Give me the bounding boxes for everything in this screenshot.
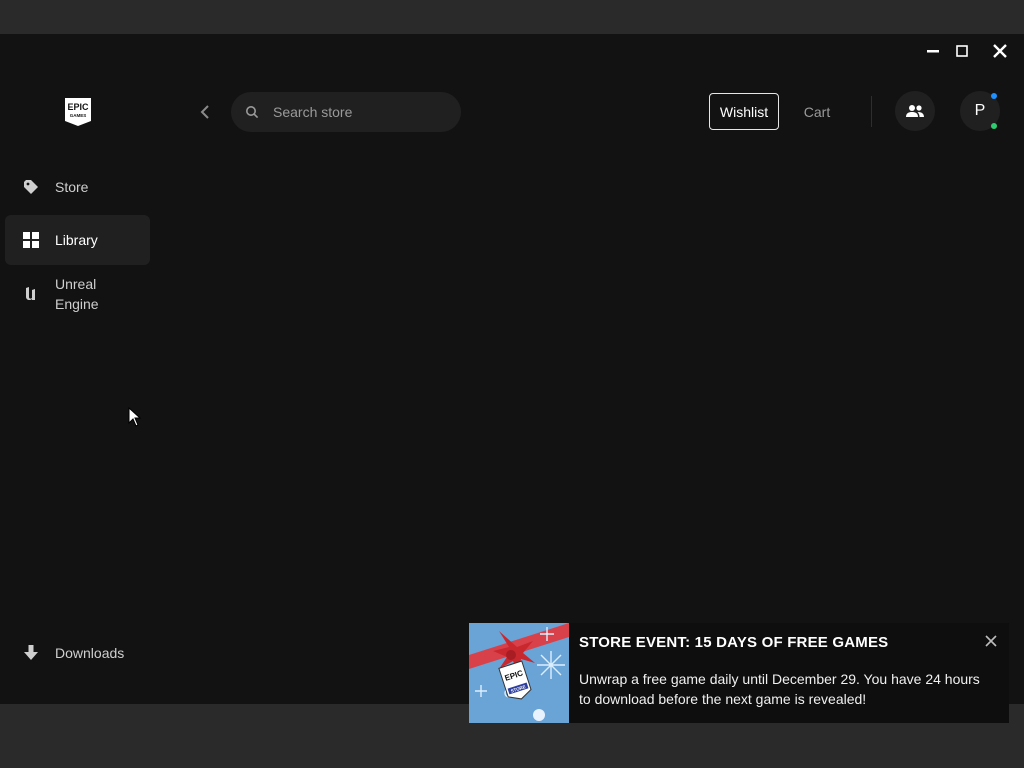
sidebar-item-label: Downloads [55,645,125,661]
title-bar-strip [0,0,1024,34]
unreal-engine-icon [22,285,40,303]
epic-games-logo-icon: EPIC GAMES [65,98,91,126]
avatar-initial: P [974,102,986,119]
wishlist-button[interactable]: Wishlist [709,93,779,130]
minimize-button[interactable] [919,40,947,62]
maximize-button[interactable] [948,40,976,62]
mouse-cursor-icon [128,406,142,432]
tag-icon [22,178,40,196]
sidebar-item-label: Library [55,232,98,248]
toast-title: STORE EVENT: 15 DAYS OF FREE GAMES [579,634,889,651]
toast-message: Unwrap a free game daily until December … [579,671,980,707]
sidebar-item-downloads[interactable]: Downloads [5,632,150,674]
close-icon [985,635,997,647]
maximize-icon [956,45,968,57]
notification-badge [991,93,997,99]
sidebar-item-unreal-engine[interactable]: Unreal Engine [5,273,150,315]
search-bar[interactable] [231,92,461,132]
grid-icon [22,231,40,249]
sidebar-item-library[interactable]: Library [5,215,150,265]
epic-games-launcher-window: EPIC GAMES Wishlist Cart P Store [0,34,1024,704]
minimize-icon [927,50,939,53]
close-icon [993,44,1007,58]
search-icon [245,105,259,119]
download-icon [22,644,40,662]
epic-games-logo[interactable]: EPIC GAMES [64,97,92,127]
search-input[interactable] [271,103,445,121]
toast-close-button[interactable] [981,631,1001,651]
online-status-dot [991,123,997,129]
gift-tag-image: EPIC STORE [469,623,569,723]
close-window-button[interactable] [986,40,1014,62]
sidebar-item-label: Unreal Engine [55,276,99,312]
friends-icon [906,105,924,117]
svg-text:GAMES: GAMES [70,113,87,118]
sidebar-item-label: Store [55,179,89,195]
header-divider [871,96,872,127]
chevron-left-icon [200,105,209,119]
friends-button[interactable] [895,91,935,131]
svg-text:EPIC: EPIC [67,102,89,112]
cart-button[interactable]: Cart [795,93,839,130]
sidebar-item-store[interactable]: Store [5,166,150,208]
back-button[interactable] [194,101,216,123]
store-event-toast[interactable]: EPIC STORE STORE EVENT: 15 DAYS OF FREE … [469,623,1009,723]
